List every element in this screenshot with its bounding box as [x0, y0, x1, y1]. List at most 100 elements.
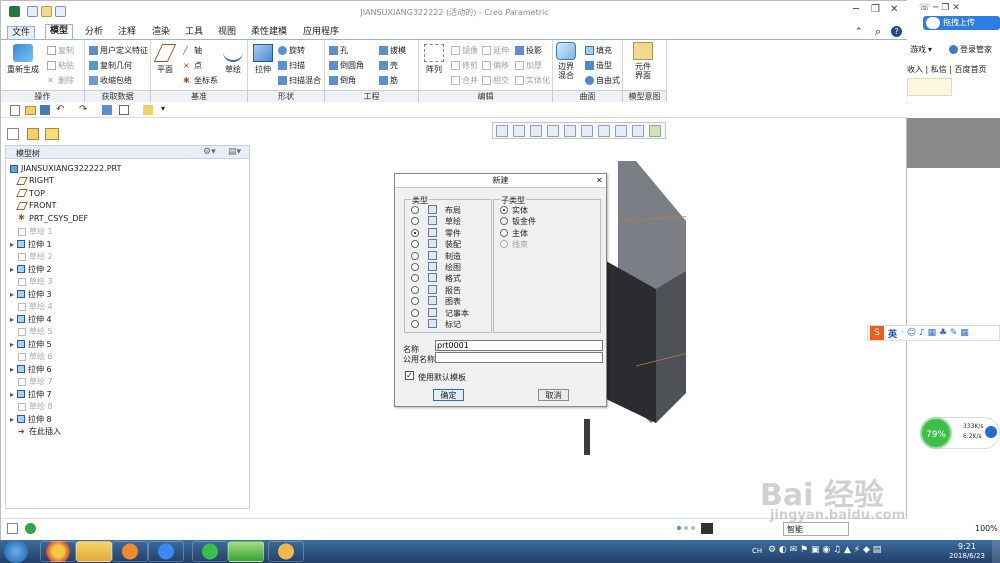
delete-button[interactable]: ✕ 删除 [47, 75, 74, 86]
point-button[interactable]: × 点 [183, 60, 202, 71]
tree-item[interactable]: ▸ 拉伸 7 [10, 389, 52, 400]
tab-model[interactable]: 模型 [45, 24, 74, 40]
windows-icon[interactable] [119, 105, 129, 115]
view-manager-icon[interactable] [598, 125, 610, 137]
taskbar-media[interactable] [112, 541, 148, 562]
expand-arrow-icon[interactable]: ▸ [10, 290, 14, 299]
tree-show-icon[interactable]: ▤▾ [228, 147, 241, 157]
name-input[interactable] [435, 340, 603, 351]
axis-button[interactable]: ╱ 轴 [183, 45, 202, 56]
search-icon[interactable]: ⌕ [875, 25, 881, 39]
expand-arrow-icon[interactable]: ▸ [10, 415, 14, 424]
copy-geometry-button[interactable]: 复制几何 [89, 60, 132, 71]
tree-item[interactable]: FRONT [16, 201, 56, 210]
tree-item[interactable]: ▸ 拉伸 8 [10, 414, 52, 425]
tree-item[interactable]: 草绘 6 [18, 351, 53, 362]
thicken-button[interactable]: 加厚 [515, 60, 542, 71]
plane-button[interactable]: 平面 [153, 44, 177, 75]
type-radio[interactable] [411, 217, 419, 226]
type-radio[interactable] [411, 228, 419, 237]
zoom-in-icon[interactable] [513, 125, 525, 137]
subtype-radio[interactable] [500, 228, 508, 237]
tab-analysis[interactable]: 分析 [81, 26, 107, 40]
tray-date[interactable]: 2018/6/23 [949, 552, 985, 560]
annotation-display-icon[interactable] [649, 125, 661, 137]
booster-icon[interactable] [985, 426, 997, 438]
taskbar-explorer[interactable] [76, 541, 112, 562]
group-label-edit[interactable]: 编辑 [419, 90, 553, 102]
type-radio[interactable] [411, 297, 419, 306]
offset-button[interactable]: 偏移 [482, 60, 509, 71]
tree-item[interactable]: ▸ 拉伸 2 [10, 264, 52, 275]
expand-arrow-icon[interactable]: ▸ [10, 315, 14, 324]
swept-blend-button[interactable]: 扫描混合 [278, 75, 321, 86]
type-radio[interactable] [411, 274, 419, 283]
group-label-model-intent[interactable]: 模型意图 [623, 90, 667, 102]
tree-item[interactable]: 草绘 5 [18, 326, 53, 337]
extend-button[interactable]: 延伸 [482, 45, 509, 56]
saved-orientations-icon[interactable] [581, 125, 593, 137]
game-link[interactable]: 游戏 ▾ [910, 44, 932, 55]
group-label-engineering[interactable]: 工程 [325, 90, 419, 102]
selection-filter-icon[interactable] [701, 523, 713, 534]
show-desktop-button[interactable] [992, 540, 1000, 563]
group-label-operations[interactable]: 操作 [1, 90, 85, 102]
help-icon[interactable]: ? [891, 26, 902, 37]
restore-button[interactable]: ❐ [871, 4, 880, 15]
tree-item[interactable]: ➜ 在此插入 [18, 426, 61, 437]
datum-display-icon[interactable] [632, 125, 644, 137]
tab-applications[interactable]: 应用程序 [299, 26, 343, 40]
tree-item[interactable]: ▸ 拉伸 6 [10, 364, 52, 375]
group-label-datum[interactable]: 基准 [151, 90, 248, 102]
common-name-input[interactable] [435, 352, 603, 363]
tree-settings-icon[interactable]: ⚙▾ [203, 147, 216, 157]
tab-file[interactable]: 文件 [7, 26, 36, 40]
style-button[interactable]: 造型 [585, 60, 612, 71]
tree-item[interactable]: 草绘 4 [18, 301, 53, 312]
cancel-button[interactable]: 取消 [538, 389, 569, 401]
close-window-icon[interactable] [143, 105, 153, 115]
tree-item[interactable]: ▸ 拉伸 3 [10, 289, 52, 300]
tray-icons[interactable]: ⚙ ◐ ✉ ⚑ ▣ ◉ ♫ ▲ ⚡ ◆ ▤ [768, 545, 881, 555]
expand-arrow-icon[interactable]: ▸ [10, 340, 14, 349]
open-icon[interactable] [25, 106, 36, 115]
tree-item[interactable]: ▸ 拉伸 5 [10, 339, 52, 350]
tray-ime[interactable]: CH [752, 547, 762, 555]
redo-icon[interactable]: ↷ [79, 104, 87, 115]
type-radio[interactable] [411, 240, 419, 249]
perspective-icon[interactable] [615, 125, 627, 137]
ok-button[interactable]: 确定 [433, 389, 464, 401]
shell-button[interactable]: 壳 [379, 60, 398, 71]
tree-item[interactable]: TOP [16, 189, 45, 198]
save-icon[interactable] [40, 105, 50, 115]
type-radio[interactable] [411, 320, 419, 328]
repaint-icon[interactable] [547, 125, 559, 137]
udf-button[interactable]: 用户定义特征 [89, 45, 148, 56]
customize-qat-icon[interactable]: ▾ [161, 104, 165, 113]
revolve-button[interactable]: 旋转 [278, 45, 305, 56]
shrinkwrap-button[interactable]: 收缩包络 [89, 75, 132, 86]
minimize-ribbon-icon[interactable]: ⌃ [855, 27, 863, 37]
type-radio[interactable] [411, 263, 419, 271]
ime-tools[interactable]: · ☺ ♪ ▦ ♣ ✎ ▦ [901, 328, 969, 338]
type-radio[interactable] [411, 251, 419, 260]
refit-icon[interactable] [496, 125, 508, 137]
group-label-get-data[interactable]: 获取数据 [85, 90, 151, 102]
ime-lang[interactable]: 英 [888, 327, 897, 340]
zoom-out-icon[interactable] [530, 125, 542, 137]
tab-annotate[interactable]: 注释 [114, 26, 140, 40]
taskbar-cloud[interactable] [148, 541, 184, 562]
tree-root[interactable]: JIANSUXIANG322222.PRT [10, 164, 121, 173]
sketch-button[interactable]: 草绘 [223, 44, 243, 75]
use-template-checkbox[interactable]: ✓ [405, 371, 414, 380]
filter-dropdown[interactable]: 智能 [783, 522, 849, 536]
tree-item[interactable]: 草绘 1 [18, 226, 53, 237]
project-button[interactable]: 投影 [515, 45, 542, 56]
merge-button[interactable]: 合并 [451, 75, 478, 86]
browser-links-row[interactable]: 收入 | 私信 | 百度首页 [907, 64, 987, 75]
type-radio[interactable] [411, 206, 419, 214]
mirror-button[interactable]: 镜像 [451, 45, 478, 56]
tab-tools[interactable]: 工具 [181, 26, 207, 40]
taskbar-360[interactable] [192, 541, 228, 562]
hole-button[interactable]: 孔 [329, 45, 348, 56]
